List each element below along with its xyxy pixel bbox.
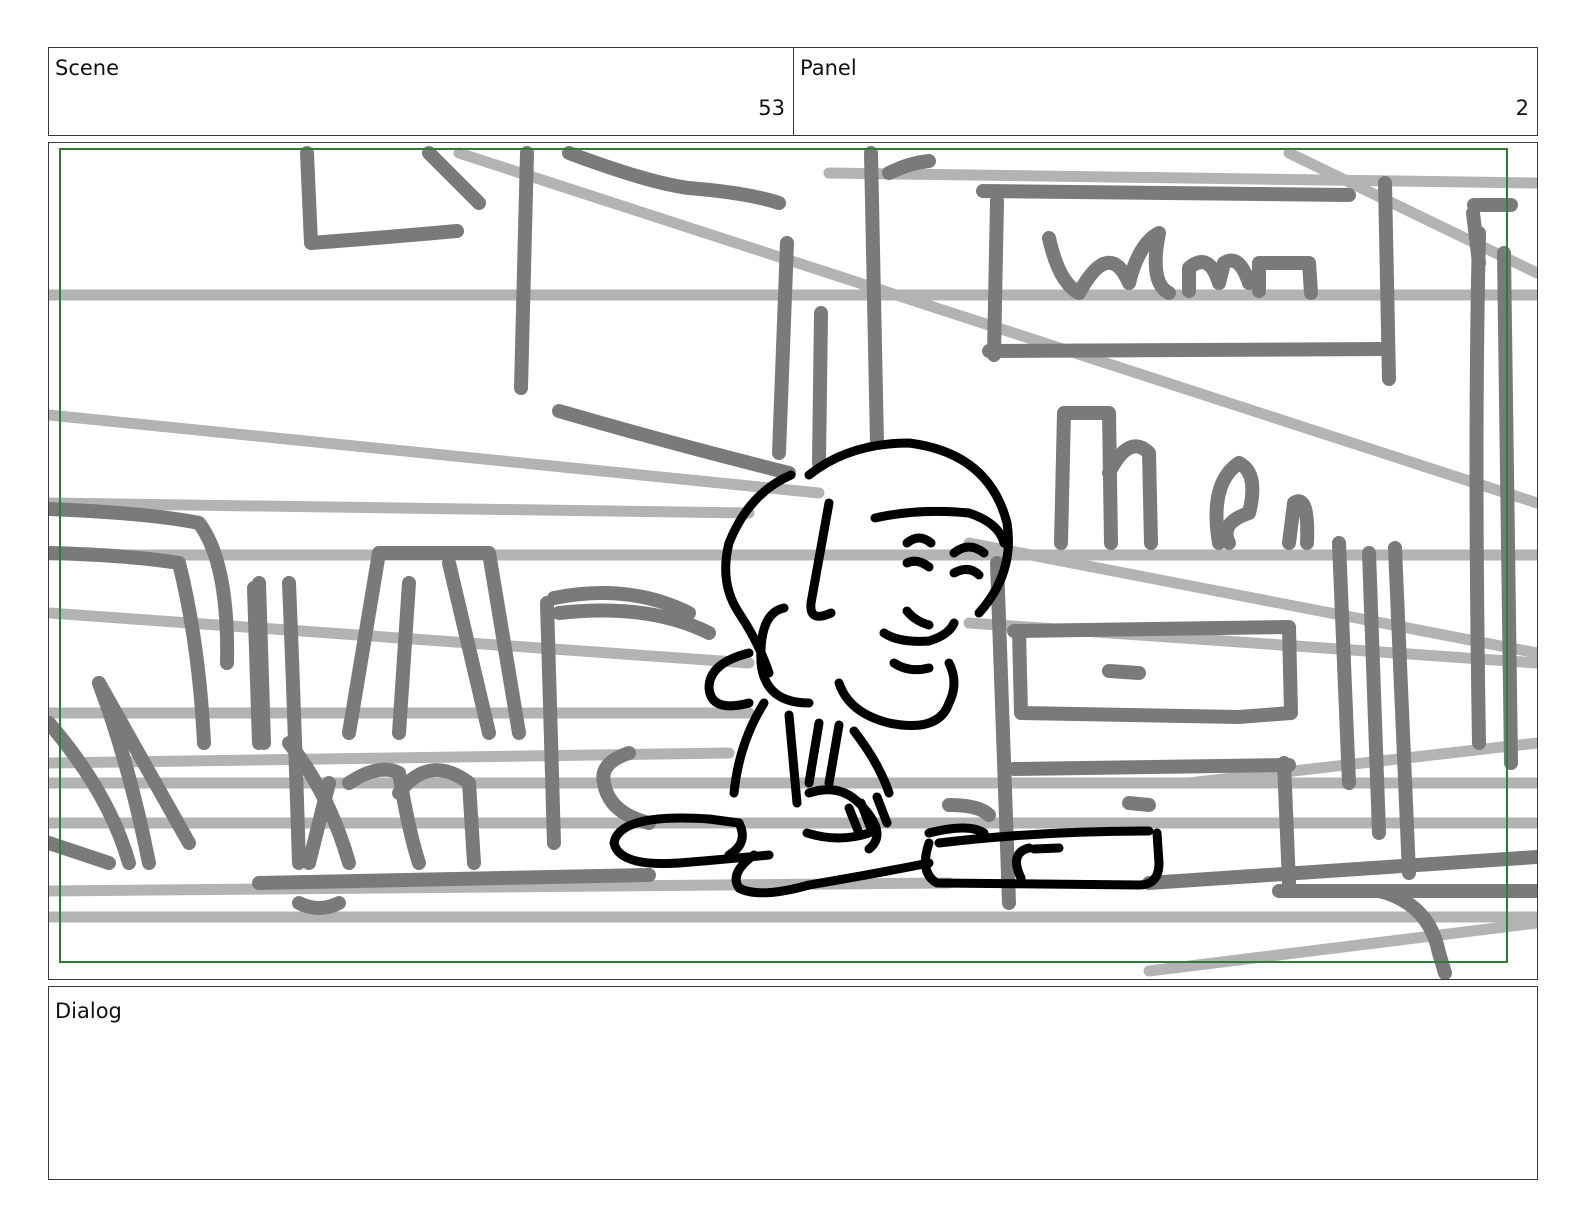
panel-cell: Panel 2 [794,48,1537,135]
background-dark-strokes [49,146,1537,979]
storyboard-frame [48,142,1538,980]
panel-number: 2 [1515,96,1529,120]
scene-panel-header: Scene 53 Panel 2 [48,47,1538,136]
dialog-box: Dialog [48,986,1538,1180]
storyboard-sketch [49,146,1537,979]
scene-label: Scene [55,56,120,80]
scene-cell: Scene 53 [49,48,794,135]
dialog-label: Dialog [55,999,122,1023]
scene-number: 53 [758,96,785,120]
panel-label: Panel [800,56,857,80]
